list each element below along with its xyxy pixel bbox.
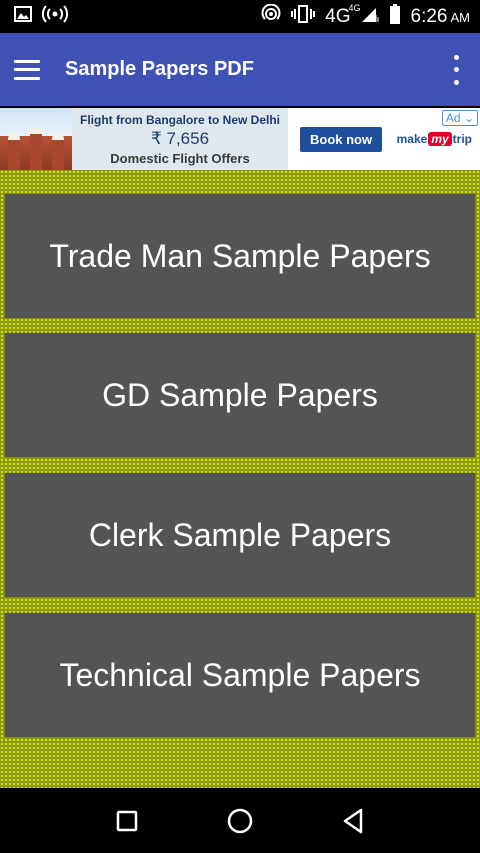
ad-badge-label: Ad: [445, 111, 461, 125]
battery-icon: [389, 4, 401, 29]
vibrate-icon: [291, 4, 316, 29]
papers-list: Trade Man Sample Papers GD Sample Papers…: [0, 170, 480, 788]
brand-my: my: [428, 132, 452, 146]
hotspot-icon: [261, 3, 281, 29]
ad-headline: Flight from Bangalore to New Delhi: [79, 112, 280, 127]
makemytrip-logo: make my trip: [397, 132, 472, 146]
brand-make: make: [396, 132, 428, 146]
ad-choices-badge[interactable]: Ad ⌄: [441, 110, 478, 126]
technical-papers-button[interactable]: Technical Sample Papers: [5, 613, 475, 737]
hamburger-menu-icon[interactable]: [14, 59, 40, 80]
clock-time: 6:26: [410, 5, 448, 27]
clock-ampm: AM: [450, 9, 471, 25]
brand-trip: trip: [452, 132, 472, 146]
ad-subline: Domestic Flight Offers: [110, 150, 250, 166]
network-type: 4G 4G: [325, 3, 360, 28]
overflow-menu-icon[interactable]: [446, 54, 466, 85]
image-icon: [14, 6, 32, 27]
book-now-button[interactable]: Book now: [300, 126, 383, 152]
status-right: 4G 4G 6:26 AM: [261, 3, 470, 29]
broadcast-icon: [42, 5, 68, 28]
ad-banner[interactable]: Flight from Bangalore to New Delhi ₹ 7,6…: [0, 108, 480, 170]
trade-man-papers-button[interactable]: Trade Man Sample Papers: [5, 194, 475, 318]
app-bar: Sample Papers PDF: [0, 33, 480, 106]
app-title: Sample Papers PDF: [65, 58, 254, 80]
chevron-down-icon: ⌄: [463, 111, 474, 125]
recents-icon[interactable]: [112, 806, 142, 836]
home-icon[interactable]: [225, 806, 255, 836]
gd-papers-button[interactable]: GD Sample Papers: [5, 333, 475, 457]
network-super: 4G: [348, 2, 361, 13]
status-bar: 4G 4G 6:26 AM: [0, 0, 480, 33]
ad-image: [0, 108, 72, 170]
back-icon[interactable]: [338, 806, 368, 836]
clerk-papers-button[interactable]: Clerk Sample Papers: [5, 473, 475, 597]
status-left: [14, 5, 68, 28]
system-nav-bar: [0, 789, 480, 853]
clock: 6:26 AM: [411, 6, 470, 28]
ad-cta-area: Book now make my trip Ad ⌄: [288, 108, 480, 170]
network-label: 4G: [325, 5, 351, 27]
ad-text: Flight from Bangalore to New Delhi ₹ 7,6…: [72, 108, 288, 170]
ad-price: ₹ 7,656: [150, 128, 210, 148]
signal-icon: [361, 5, 379, 28]
